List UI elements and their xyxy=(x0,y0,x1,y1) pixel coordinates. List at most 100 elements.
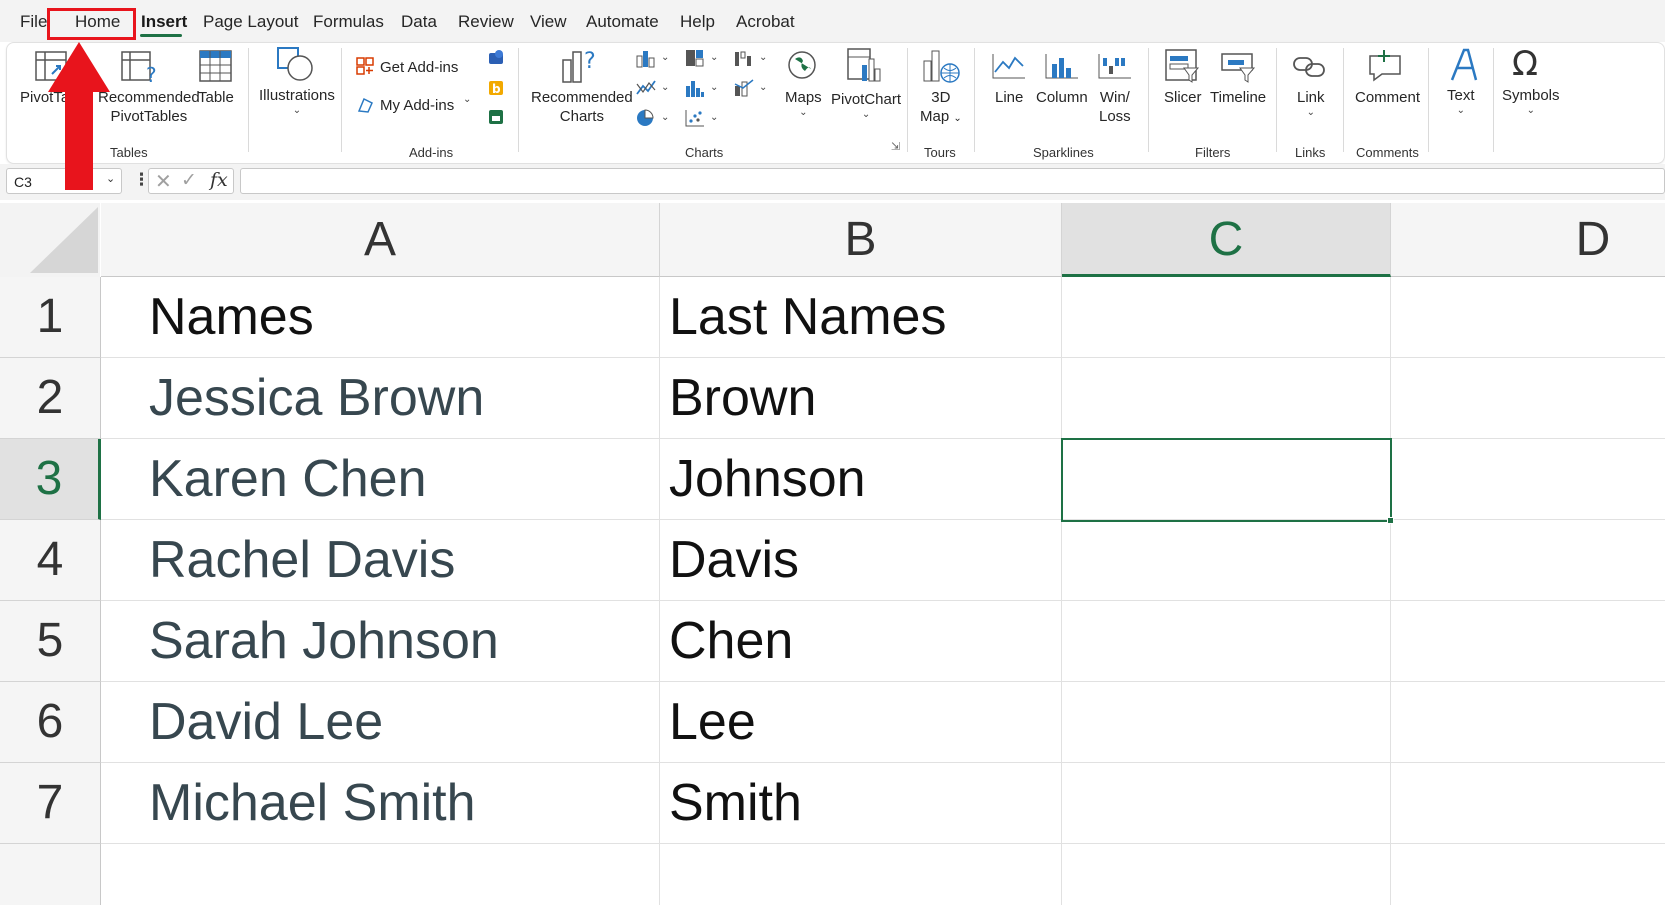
cell-b7[interactable]: Smith xyxy=(660,763,1062,844)
menu-formulas[interactable]: Formulas xyxy=(313,12,384,32)
column-header-d[interactable]: D xyxy=(1391,203,1665,277)
cell-a7[interactable]: Michael Smith xyxy=(101,763,660,844)
chevron-down-icon: ⌄ xyxy=(710,52,719,63)
bing-icon[interactable]: b xyxy=(487,79,505,97)
cell-d1[interactable] xyxy=(1391,277,1665,358)
table-button[interactable]: Table xyxy=(198,88,234,107)
sparkline-column-button[interactable]: Column xyxy=(1036,88,1088,107)
row-header-6[interactable]: 6 xyxy=(0,682,101,763)
cell-c1[interactable] xyxy=(1062,277,1391,358)
recommended-charts-button[interactable]: Recommended Charts xyxy=(531,88,633,126)
sparkline-line-button[interactable]: Line xyxy=(995,88,1023,107)
text-button[interactable]: Text ⌄ xyxy=(1447,86,1475,117)
cell-b6[interactable]: Lee xyxy=(660,682,1062,763)
hierarchy-chart-icon[interactable] xyxy=(684,48,706,68)
formula-input[interactable] xyxy=(240,168,1665,194)
waterfall-chart-icon[interactable] xyxy=(733,48,755,68)
my-addins-dropdown[interactable]: ⌄ xyxy=(463,94,471,106)
comment-button[interactable]: Comment xyxy=(1355,88,1420,107)
cell-d2[interactable] xyxy=(1391,358,1665,439)
statistic-chart-icon[interactable] xyxy=(684,78,706,98)
cell-b3[interactable]: Johnson xyxy=(660,439,1062,520)
ribbon-separator xyxy=(341,48,342,152)
column-chart-icon[interactable] xyxy=(635,48,657,68)
cell-a2[interactable]: Jessica Brown xyxy=(101,358,660,439)
cell-b8[interactable] xyxy=(660,844,1062,905)
menu-view[interactable]: View xyxy=(530,12,567,32)
row-header-1[interactable]: 1 xyxy=(0,277,101,358)
link-button[interactable]: Link ⌄ xyxy=(1297,88,1325,119)
cell-a5[interactable]: Sarah Johnson xyxy=(101,601,660,682)
row-header-7[interactable]: 7 xyxy=(0,763,101,844)
maps-button[interactable]: Maps ⌄ xyxy=(785,88,822,119)
dialog-launcher-icon[interactable]: ⇲ xyxy=(891,140,900,153)
cell-c5[interactable] xyxy=(1062,601,1391,682)
scatter-chart-icon[interactable] xyxy=(684,108,706,128)
cell-c6[interactable] xyxy=(1062,682,1391,763)
comment-icon xyxy=(1369,50,1401,82)
column-header-c[interactable]: C xyxy=(1062,203,1391,277)
people-graph-icon[interactable] xyxy=(487,108,505,126)
recommended-pivottables-button[interactable]: Recommended PivotTables xyxy=(98,88,200,126)
ribbon-separator xyxy=(1343,48,1344,152)
cell-a8[interactable] xyxy=(101,844,660,905)
cell-d5[interactable] xyxy=(1391,601,1665,682)
cell-c8[interactable] xyxy=(1062,844,1391,905)
chevron-down-icon: ⌄ xyxy=(1526,105,1535,116)
menu-help[interactable]: Help xyxy=(680,12,715,32)
group-label-tours: Tours xyxy=(924,145,956,160)
column-header-b[interactable]: B xyxy=(660,203,1062,277)
3d-map-button[interactable]: 3D Map ⌄ xyxy=(920,88,962,128)
pivotchart-button[interactable]: PivotChart ⌄ xyxy=(831,90,901,121)
sparkline-winloss-button[interactable]: Win/ Loss xyxy=(1099,88,1131,126)
cell-d3[interactable] xyxy=(1391,439,1665,520)
cell-c7[interactable] xyxy=(1062,763,1391,844)
cell-d7[interactable] xyxy=(1391,763,1665,844)
illustrations-button[interactable]: Illustrations ⌄ xyxy=(259,86,335,117)
cell-a1[interactable]: Names xyxy=(101,277,660,358)
cancel-icon[interactable]: ✕ xyxy=(155,169,172,194)
chevron-down-icon: ⌄ xyxy=(661,52,670,63)
cell-d4[interactable] xyxy=(1391,520,1665,601)
menu-data[interactable]: Data xyxy=(401,12,437,32)
menu-page-layout[interactable]: Page Layout xyxy=(203,12,298,32)
cell-a4[interactable]: Rachel Davis xyxy=(101,520,660,601)
cell-b4[interactable]: Davis xyxy=(660,520,1062,601)
cell-a3[interactable]: Karen Chen xyxy=(101,439,660,520)
slicer-button[interactable]: Slicer xyxy=(1164,88,1202,107)
line-chart-icon[interactable] xyxy=(635,78,657,98)
cell-b1[interactable]: Last Names xyxy=(660,277,1062,358)
fill-handle[interactable] xyxy=(1387,517,1394,524)
menu-insert[interactable]: Insert xyxy=(141,12,187,32)
cell-b5[interactable]: Chen xyxy=(660,601,1062,682)
menu-automate[interactable]: Automate xyxy=(586,12,659,32)
row-header-3[interactable]: 3 xyxy=(0,439,101,520)
menu-file[interactable]: File xyxy=(20,12,47,32)
timeline-button[interactable]: Timeline xyxy=(1210,88,1266,107)
row-header-8[interactable] xyxy=(0,844,101,905)
row-header-2[interactable]: 2 xyxy=(0,358,101,439)
cell-d6[interactable] xyxy=(1391,682,1665,763)
menu-review[interactable]: Review xyxy=(458,12,514,32)
visio-icon[interactable] xyxy=(487,49,505,67)
insert-function-button[interactable]: fx xyxy=(210,169,228,191)
my-addins-button[interactable]: My Add-ins xyxy=(380,96,454,115)
cell-c2[interactable] xyxy=(1062,358,1391,439)
get-addins-button[interactable]: Get Add-ins xyxy=(380,58,458,77)
column-header-a[interactable]: A xyxy=(101,203,660,277)
pie-chart-icon[interactable] xyxy=(635,108,657,128)
menu-acrobat[interactable]: Acrobat xyxy=(736,12,795,32)
illustrations-icon xyxy=(277,47,313,81)
cell-b2[interactable]: Brown xyxy=(660,358,1062,439)
check-icon[interactable]: ✓ xyxy=(181,169,197,192)
group-label-links: Links xyxy=(1295,145,1326,160)
sparkline-winloss-icon xyxy=(1098,54,1131,79)
row-header-4[interactable]: 4 xyxy=(0,520,101,601)
combo-chart-icon[interactable] xyxy=(733,78,755,98)
select-all-triangle-icon xyxy=(30,207,98,273)
cell-c4[interactable] xyxy=(1062,520,1391,601)
group-label-tables: Tables xyxy=(110,145,148,160)
symbols-button[interactable]: Symbols ⌄ xyxy=(1502,86,1560,117)
row-header-5[interactable]: 5 xyxy=(0,601,101,682)
cell-a6[interactable]: David Lee xyxy=(101,682,660,763)
